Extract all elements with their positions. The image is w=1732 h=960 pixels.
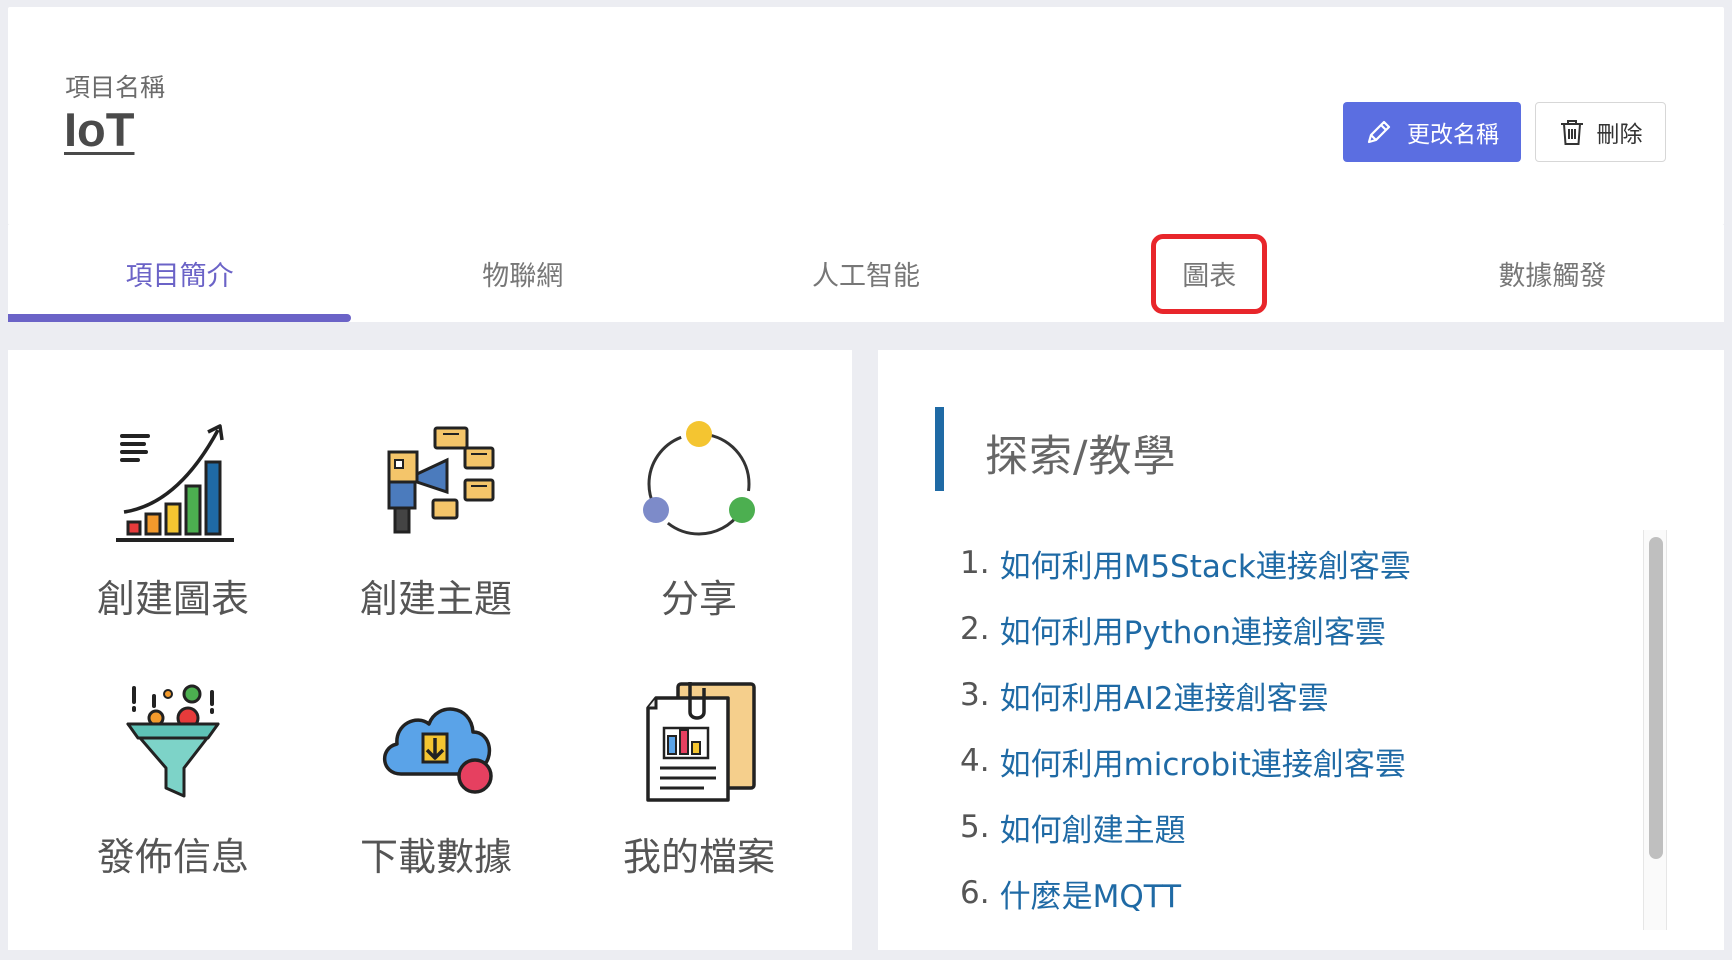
tab-ai[interactable]: 人工智能: [694, 225, 1037, 322]
tutorials-title: 探索/教學: [985, 432, 1177, 482]
tab-label: 圖表: [1182, 261, 1237, 292]
rename-button[interactable]: 更改名稱: [1343, 102, 1521, 162]
publish-message-action[interactable]: 發佈信息: [63, 678, 283, 908]
share-cycle-icon: [634, 420, 764, 550]
item-number: 2.: [960, 611, 990, 647]
file-document-icon: [634, 678, 764, 808]
tab-charts[interactable]: 圖表: [1038, 225, 1381, 322]
tab-label: 物聯網: [482, 261, 564, 292]
tutorial-link[interactable]: 如何利用microbit連接創客雲: [1000, 739, 1406, 784]
tab-project-intro[interactable]: 項目簡介: [8, 225, 352, 322]
list-item: 3. 如何利用AI2連接創客雲: [960, 662, 1660, 728]
download-data-action[interactable]: 下載數據: [326, 678, 546, 908]
title-accent-bar: [935, 407, 944, 491]
list-item: 6. 什麼是MQTT: [960, 860, 1660, 926]
my-files-action[interactable]: 我的檔案: [589, 678, 809, 908]
tutorial-link[interactable]: 如何創建主題: [1000, 805, 1186, 850]
tab-label: 數據觸發: [1498, 261, 1607, 292]
list-item: 4. 如何利用microbit連接創客雲: [960, 728, 1660, 794]
cloud-download-icon: [371, 678, 501, 808]
tab-data-trigger[interactable]: 數據觸發: [1381, 225, 1724, 322]
project-header: 項目名稱 IoT 更改名稱 刪除: [8, 7, 1724, 225]
tutorials-list: 1. 如何利用M5Stack連接創客雲 2. 如何利用Python連接創客雲 3…: [960, 530, 1660, 926]
item-number: 4.: [960, 743, 990, 779]
project-name-label: 項目名稱: [65, 73, 166, 102]
delete-button[interactable]: 刪除: [1535, 102, 1666, 162]
pencil-icon: [1365, 118, 1393, 146]
tab-label: 人工智能: [812, 261, 920, 292]
tutorial-link[interactable]: 如何利用M5Stack連接創客雲: [1000, 541, 1411, 586]
action-label: 下載數據: [359, 835, 512, 879]
list-item: 5. 如何創建主題: [960, 794, 1660, 860]
item-number: 1.: [960, 545, 990, 581]
scrollbar-thumb[interactable]: [1649, 537, 1663, 859]
tutorial-link[interactable]: 如何利用AI2連接創客雲: [1000, 673, 1329, 718]
rename-button-label: 更改名稱: [1407, 122, 1499, 148]
delete-button-label: 刪除: [1596, 122, 1643, 148]
action-label: 發佈信息: [96, 835, 249, 879]
trash-icon: [1559, 118, 1585, 146]
list-item: 1. 如何利用M5Stack連接創客雲: [960, 530, 1660, 596]
share-action[interactable]: 分享: [589, 420, 809, 650]
tab-bar: 項目簡介 物聯網 人工智能 圖表 數據觸發: [8, 225, 1724, 322]
growth-chart-icon: [108, 420, 238, 550]
tutorial-link[interactable]: 如何利用Python連接創客雲: [1000, 607, 1386, 652]
project-name: IoT: [64, 103, 135, 156]
action-label: 創建圖表: [96, 577, 249, 621]
item-number: 5.: [960, 809, 990, 845]
tab-label: 項目簡介: [125, 261, 234, 292]
tab-iot[interactable]: 物聯網: [351, 225, 694, 322]
megaphone-topic-icon: [371, 420, 501, 550]
action-label: 分享: [660, 577, 737, 621]
quick-actions-panel: 創建圖表 創建主題 分享 發佈信息 下載數據 我的檔案: [8, 350, 852, 950]
tutorial-link[interactable]: 什麼是MQTT: [1000, 871, 1181, 916]
item-number: 3.: [960, 677, 990, 713]
funnel-icon: [108, 678, 238, 808]
list-item: 2. 如何利用Python連接創客雲: [960, 596, 1660, 662]
tutorials-panel: 探索/教學 1. 如何利用M5Stack連接創客雲 2. 如何利用Python連…: [878, 350, 1724, 950]
item-number: 6.: [960, 875, 990, 911]
action-label: 創建主題: [359, 577, 512, 621]
action-label: 我的檔案: [622, 835, 775, 879]
create-topic-action[interactable]: 創建主題: [326, 420, 546, 650]
create-chart-action[interactable]: 創建圖表: [63, 420, 283, 650]
scrollbar[interactable]: [1643, 530, 1667, 930]
